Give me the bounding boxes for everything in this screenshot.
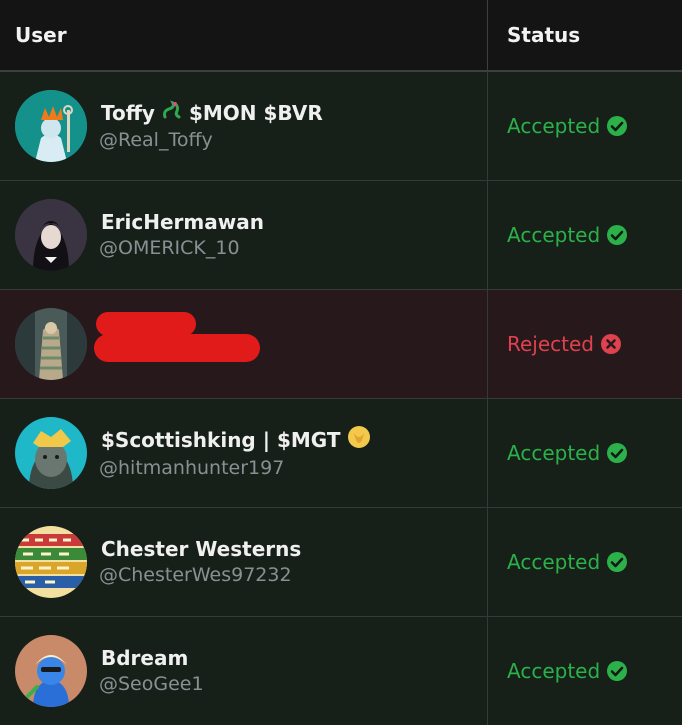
display-name-text: $Scottishking | $MGT	[101, 428, 341, 452]
avatar[interactable]	[15, 635, 87, 707]
avatar[interactable]	[15, 417, 87, 489]
status-cell: Accepted	[488, 399, 682, 507]
check-circle-icon	[606, 442, 628, 464]
display-name[interactable]: Toffy $MON $BVR	[101, 99, 323, 127]
user-cell	[0, 290, 488, 398]
user-cell: EricHermawan @OMERICK_10	[0, 181, 488, 289]
display-name[interactable]: Bdream	[101, 645, 204, 671]
gold-badge-icon	[347, 425, 371, 455]
user-cell: Chester Westerns @ChesterWes97232	[0, 508, 488, 616]
user-handle[interactable]: @Real_Toffy	[99, 127, 323, 153]
status-cell: Accepted	[488, 617, 682, 725]
status-label: Rejected	[507, 332, 595, 356]
check-circle-icon	[606, 660, 628, 682]
redaction-mark	[96, 312, 196, 336]
display-name[interactable]: EricHermawan	[101, 209, 264, 235]
avatar[interactable]	[15, 308, 87, 380]
display-name[interactable]: $Scottishking | $MGT	[101, 425, 371, 455]
x-circle-icon	[600, 333, 622, 355]
check-circle-icon	[606, 115, 628, 137]
table-row[interactable]: Bdream @SeoGee1 Accepted	[0, 617, 682, 725]
redaction-mark	[94, 334, 260, 362]
display-name[interactable]: Chester Westerns	[101, 536, 301, 562]
column-header-user[interactable]: User	[0, 0, 488, 70]
user-handle[interactable]: @hitmanhunter197	[99, 455, 371, 481]
check-circle-icon	[606, 551, 628, 573]
user-names: EricHermawan @OMERICK_10	[99, 209, 264, 261]
status-label: Accepted	[507, 441, 601, 465]
avatar[interactable]	[15, 199, 87, 271]
status-cell: Accepted	[488, 181, 682, 289]
check-circle-icon	[606, 224, 628, 246]
avatar[interactable]	[15, 90, 87, 162]
table-row[interactable]: Rejected	[0, 290, 682, 399]
status-cell: Accepted	[488, 72, 682, 180]
user-names: Chester Westerns @ChesterWes97232	[99, 536, 301, 588]
avatar[interactable]	[15, 526, 87, 598]
user-handle[interactable]: @OMERICK_10	[99, 235, 264, 261]
user-names: Bdream @SeoGee1	[99, 645, 204, 697]
status-label: Accepted	[507, 114, 601, 138]
table-row[interactable]: Chester Westerns @ChesterWes97232 Accept…	[0, 508, 682, 617]
table-row[interactable]: $Scottishking | $MGT @hitmanhunter197 Ac…	[0, 399, 682, 508]
display-name-text: Toffy	[101, 101, 155, 125]
user-handle[interactable]: @SeoGee1	[99, 671, 204, 697]
users-status-table: User Status Toffy $MON $BVR @Real_Toffy …	[0, 0, 682, 725]
table-row[interactable]: Toffy $MON $BVR @Real_Toffy Accepted	[0, 72, 682, 181]
user-cell: Toffy $MON $BVR @Real_Toffy	[0, 72, 488, 180]
user-handle[interactable]: @ChesterWes97232	[99, 562, 301, 588]
status-cell: Accepted	[488, 508, 682, 616]
status-label: Accepted	[507, 659, 601, 683]
user-cell: $Scottishking | $MGT @hitmanhunter197	[0, 399, 488, 507]
status-cell: Rejected	[488, 290, 682, 398]
dragon-icon	[161, 99, 183, 127]
column-header-status[interactable]: Status	[488, 0, 682, 70]
user-names: Toffy $MON $BVR @Real_Toffy	[99, 99, 323, 153]
table-row[interactable]: EricHermawan @OMERICK_10 Accepted	[0, 181, 682, 290]
user-names: $Scottishking | $MGT @hitmanhunter197	[99, 425, 371, 481]
status-label: Accepted	[507, 223, 601, 247]
display-name-suffix: $MON $BVR	[188, 101, 323, 125]
user-cell: Bdream @SeoGee1	[0, 617, 488, 725]
table-header: User Status	[0, 0, 682, 72]
status-label: Accepted	[507, 550, 601, 574]
